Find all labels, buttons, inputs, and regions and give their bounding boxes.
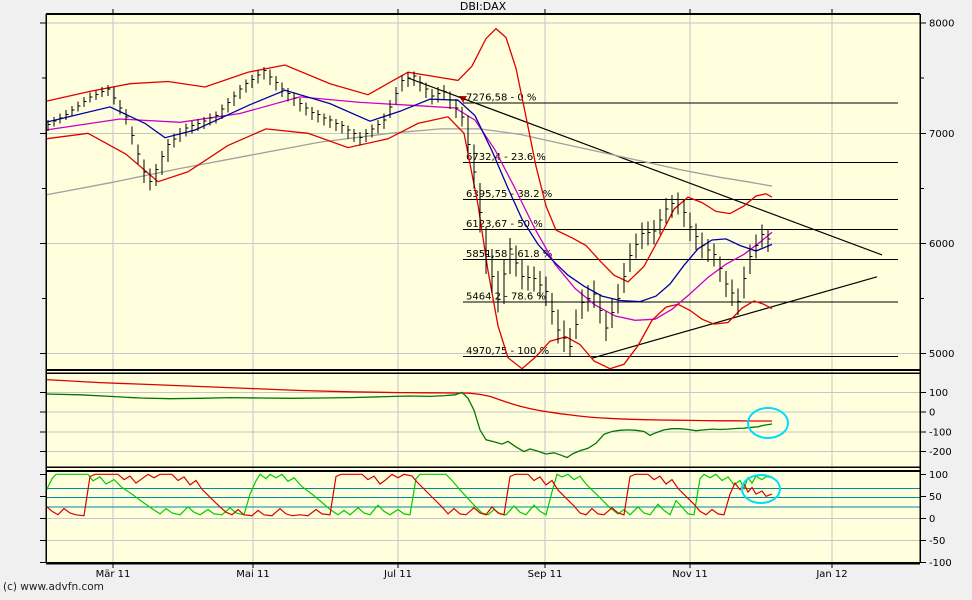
- y-axis-label: 6000: [929, 239, 954, 250]
- y-axis-label: -200: [929, 447, 952, 458]
- x-axis-month-label: Nov 11: [672, 569, 707, 580]
- y-axis-label: 50: [929, 492, 942, 503]
- y-axis-label: -50: [929, 536, 945, 547]
- y-axis-label: 5000: [929, 349, 954, 360]
- fibonacci-level-label: 7276,58 - 0 %: [466, 92, 536, 103]
- price-chart-svg: Mär 11 Mai 11 Jul 11 Sep 11 Nov 11 Jan 12 7276…: [0, 0, 972, 600]
- x-axis-month-label: Sep 11: [528, 569, 563, 580]
- copyright-text: (c) www.advfn.com: [3, 581, 104, 593]
- y-axis-label: -100: [929, 558, 952, 569]
- y-axis-label: 8000: [929, 19, 954, 30]
- x-axis-month-label: Mai 11: [236, 569, 269, 580]
- chart-window: DBI:DAX Mär 11Mai 11Jul 11Sep 11Nov 11Ja…: [0, 0, 972, 600]
- fibonacci-level-label: 5464,2 - 78.6 %: [466, 292, 546, 303]
- fibonacci-level-label: 5851,58 - 61.8 %: [466, 249, 552, 260]
- x-axis-month-label: Mär 11: [96, 569, 131, 580]
- y-axis-label: 0: [929, 514, 935, 525]
- y-axis-label: -100: [929, 427, 952, 438]
- x-axis-month-label: Jul 11: [383, 569, 412, 580]
- x-axis-month-label: Jan 12: [815, 569, 847, 580]
- y-axis-label: 7000: [929, 129, 954, 140]
- y-axis-label: 100: [929, 388, 948, 399]
- y-axis-label: 100: [929, 470, 948, 481]
- y-axis-label: 0: [929, 408, 935, 419]
